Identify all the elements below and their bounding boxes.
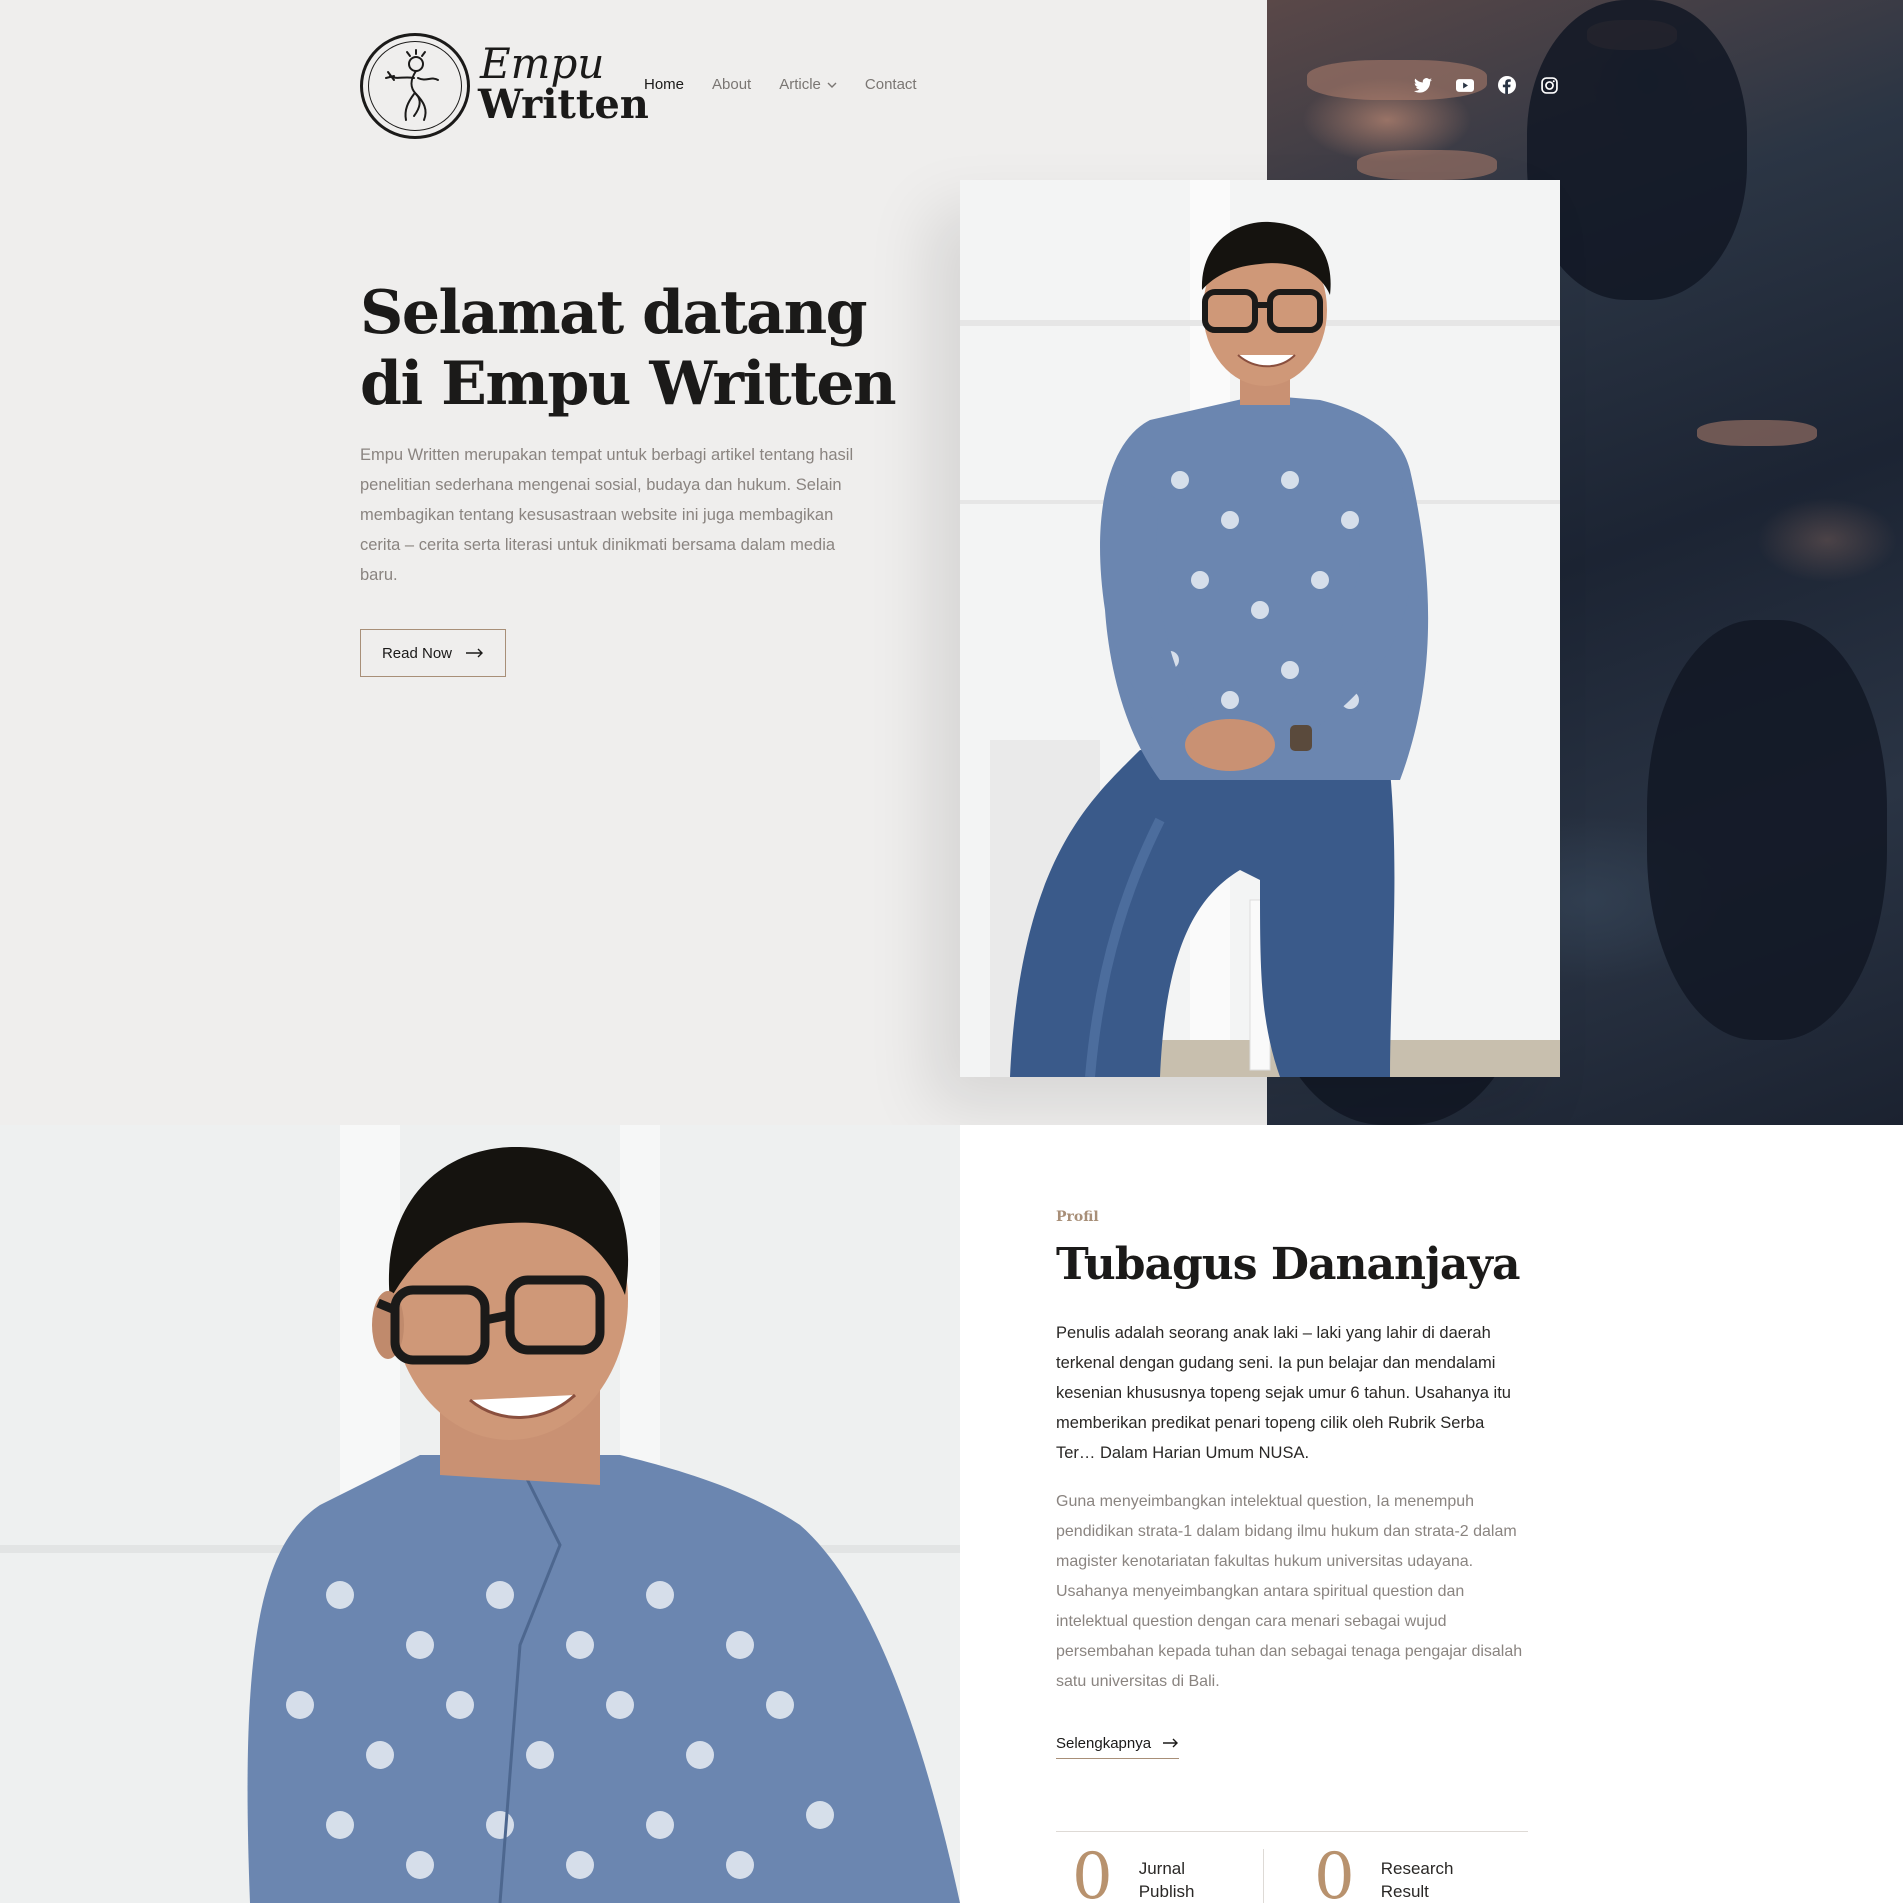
nav-home[interactable]: Home bbox=[644, 76, 684, 93]
stat-label: Research Result bbox=[1381, 1845, 1454, 1903]
profile-name: Tubagus Dananjaya bbox=[1056, 1239, 1520, 1290]
chevron-down-icon bbox=[827, 79, 837, 91]
twitter-icon[interactable] bbox=[1414, 76, 1432, 94]
facebook-icon[interactable] bbox=[1498, 76, 1516, 94]
read-now-label: Read Now bbox=[381, 644, 453, 662]
read-more-label: Selengkapnya bbox=[1056, 1735, 1152, 1752]
read-now-button[interactable]: Read Now bbox=[360, 629, 506, 677]
instagram-icon[interactable] bbox=[1540, 76, 1558, 94]
profile-lead-text: Penulis adalah seorang anak laki – laki … bbox=[1056, 1324, 1511, 1462]
profile-portrait-photo bbox=[0, 1125, 960, 1903]
hero-portrait-photo bbox=[960, 180, 1560, 1077]
brand-name-line1: Empu bbox=[480, 39, 605, 88]
hero-section: Empu Written Home About Article Contact … bbox=[0, 0, 1903, 1125]
stat-label-line1: Research bbox=[1380, 1859, 1454, 1878]
stat-label-line2: Result bbox=[1380, 1882, 1429, 1901]
read-more-link[interactable]: Selengkapnya bbox=[1056, 1735, 1180, 1759]
stat-value: 0 bbox=[1314, 1840, 1355, 1903]
stat-label-line2: Publish bbox=[1138, 1882, 1195, 1901]
arrow-right-icon bbox=[466, 645, 484, 662]
stat-jurnal-publish: 0 Jurnal Publish bbox=[1072, 1845, 1194, 1903]
hero-description: Empu Written merupakan tempat untuk berb… bbox=[360, 446, 854, 584]
nav-article[interactable]: Article bbox=[779, 76, 837, 93]
stat-research-result: 0 Research Result bbox=[1314, 1845, 1453, 1903]
hero-title: Selamat datang di Empu Written bbox=[360, 278, 897, 419]
stat-label-line1: Jurnal bbox=[1138, 1859, 1186, 1878]
stat-separator bbox=[1263, 1849, 1264, 1903]
profile-section-label: Profil bbox=[1056, 1209, 1099, 1225]
profile-body-text: Guna menyeimbangkan intelektual question… bbox=[1056, 1493, 1523, 1690]
site-logo[interactable]: Empu Written bbox=[360, 33, 649, 139]
nav-article-label: Article bbox=[779, 76, 821, 93]
main-navigation: Home About Article Contact bbox=[644, 76, 917, 93]
youtube-icon[interactable] bbox=[1456, 76, 1474, 94]
social-links bbox=[1414, 76, 1558, 94]
nav-contact[interactable]: Contact bbox=[865, 76, 917, 93]
stat-label: Jurnal Publish bbox=[1139, 1845, 1195, 1903]
stat-value: 0 bbox=[1072, 1840, 1113, 1903]
nav-about[interactable]: About bbox=[712, 76, 751, 93]
profile-panel: Profil Tubagus Dananjaya Penulis adalah … bbox=[960, 1125, 1903, 1903]
dancer-emblem-icon bbox=[360, 33, 470, 139]
brand-name-line2: Written bbox=[478, 81, 649, 128]
arrow-right-icon bbox=[1163, 1735, 1179, 1752]
stats-divider bbox=[1056, 1831, 1528, 1832]
